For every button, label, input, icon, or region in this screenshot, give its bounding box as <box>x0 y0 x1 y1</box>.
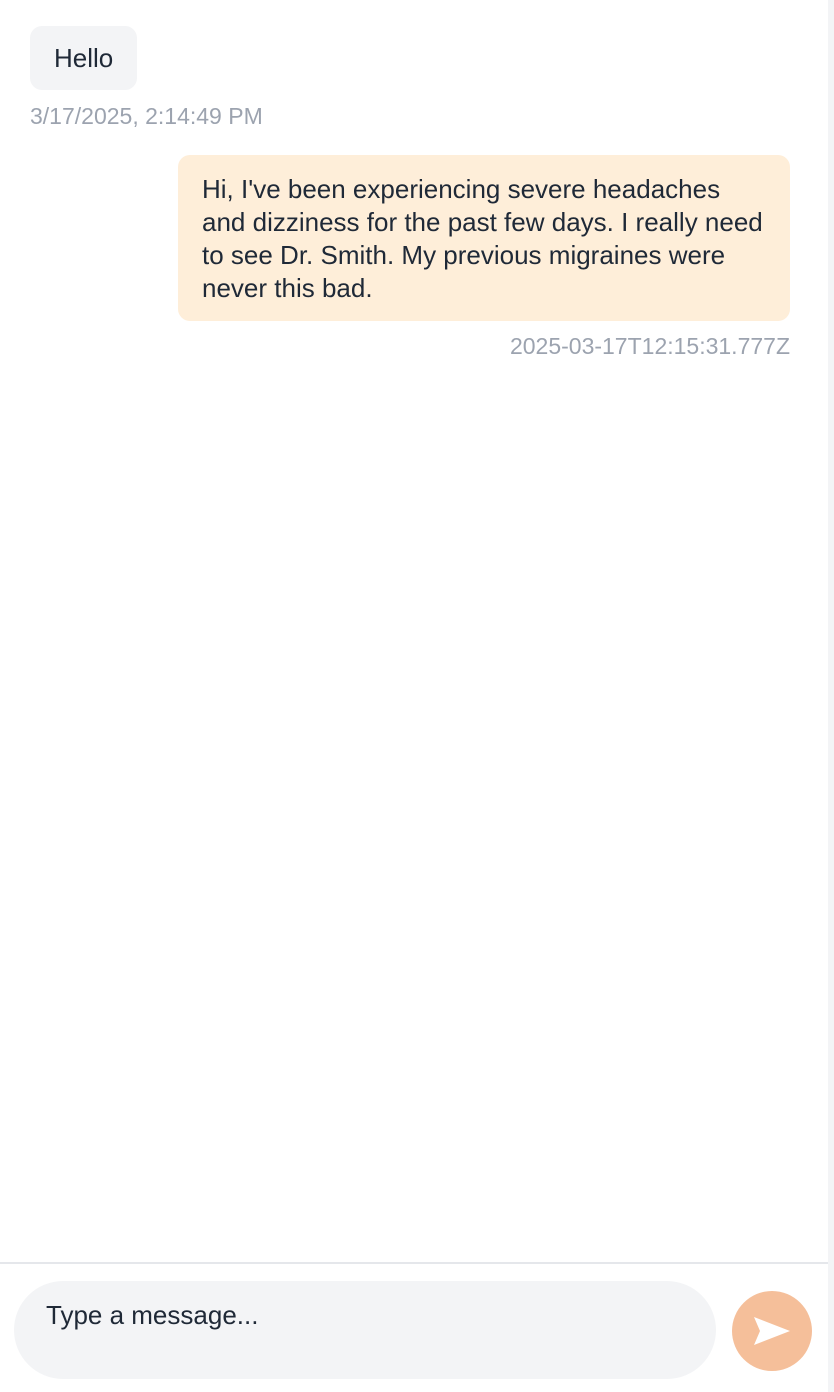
send-icon <box>754 1317 790 1345</box>
message-input[interactable] <box>46 1297 686 1333</box>
incoming-message: Hello 3/17/2025, 2:14:49 PM <box>30 26 263 131</box>
message-list[interactable]: Hello 3/17/2025, 2:14:49 PM Hi, I've bee… <box>0 0 828 1262</box>
incoming-message-timestamp: 3/17/2025, 2:14:49 PM <box>30 103 263 129</box>
message-input-container <box>14 1281 716 1379</box>
scrollbar-track[interactable] <box>828 0 834 1392</box>
outgoing-message-timestamp: 2025-03-17T12:15:31.777Z <box>509 333 790 359</box>
send-button[interactable] <box>732 1291 812 1371</box>
message-composer <box>0 1262 828 1392</box>
incoming-message-bubble: Hello <box>30 26 138 90</box>
outgoing-message-bubble: Hi, I've been experiencing severe headac… <box>178 155 790 321</box>
outgoing-message: Hi, I've been experiencing severe headac… <box>178 155 790 361</box>
chat-window: Hello 3/17/2025, 2:14:49 PM Hi, I've bee… <box>0 0 834 1392</box>
